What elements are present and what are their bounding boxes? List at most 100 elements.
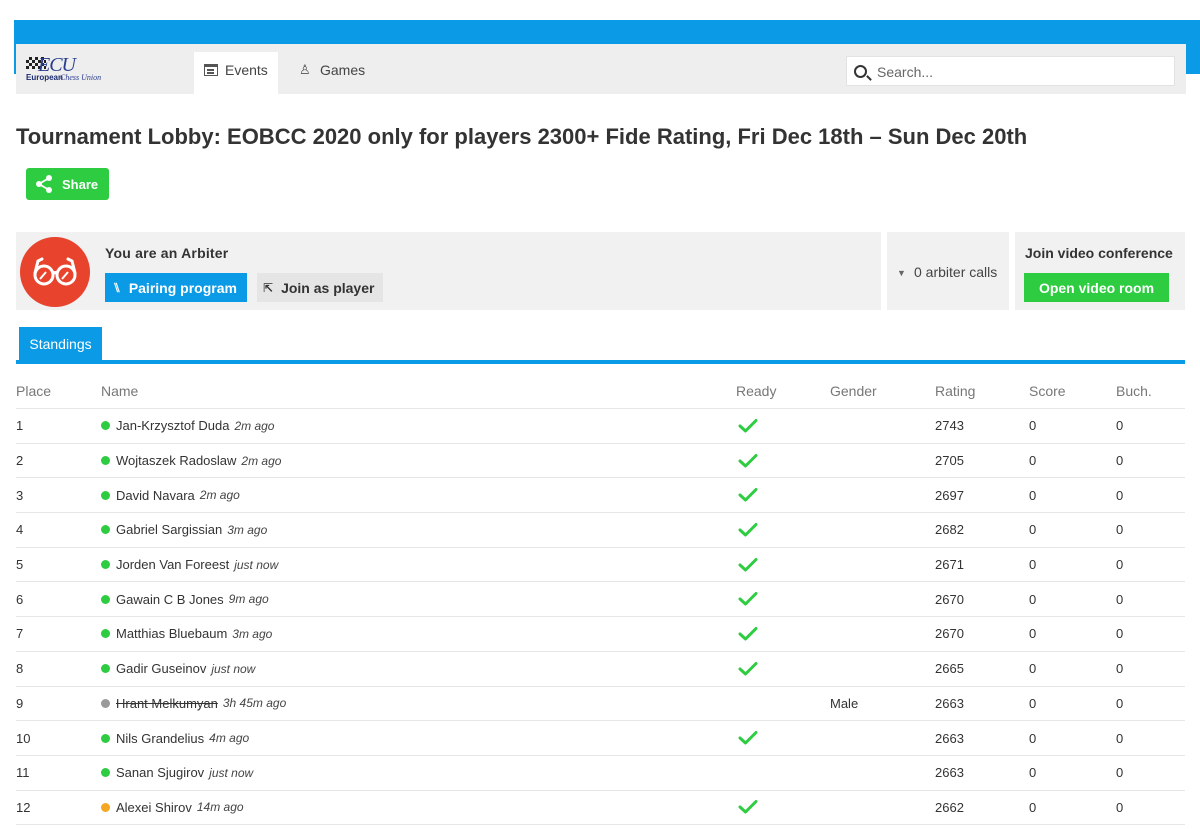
- column-header-place[interactable]: Place: [16, 374, 51, 408]
- status-dot-icon: [101, 664, 110, 674]
- ready-cell: [736, 721, 758, 755]
- chevron-down-icon: ▼: [897, 268, 906, 278]
- ready-cell: [736, 409, 758, 443]
- place-cell: 7: [16, 626, 24, 642]
- buchholz-cell: 0: [1116, 557, 1124, 573]
- standings-table: Place Name Ready Gender Rating Score Buc…: [16, 374, 1185, 826]
- column-header-score[interactable]: Score: [1029, 374, 1066, 408]
- name-cell: Gawain C B Jones 9m ago: [101, 582, 269, 616]
- table-row[interactable]: 11 Sanan Sjugirov just now 2663 0 0: [16, 756, 1185, 791]
- score-cell: 0: [1029, 626, 1037, 642]
- video-conference-label: Join video conference: [1025, 245, 1173, 261]
- ecu-logo[interactable]: ECU European Chess Union: [26, 54, 126, 84]
- player-name-link[interactable]: Nils Grandelius: [116, 731, 204, 746]
- table-row[interactable]: 4 Gabriel Sargissian 3m ago 2682 0 0: [16, 513, 1185, 548]
- table-row[interactable]: 10 Nils Grandelius 4m ago 2663 0 0: [16, 721, 1185, 756]
- last-seen-text: 2m ago: [241, 453, 282, 468]
- glasses-icon: [33, 257, 77, 286]
- table-row[interactable]: 1 Jan-Krzysztof Duda 2m ago 2743 0 0: [16, 409, 1185, 444]
- name-cell: Wojtaszek Radoslaw 2m ago: [101, 444, 281, 478]
- last-seen-text: just now: [211, 661, 256, 676]
- last-seen-text: 3m ago: [232, 626, 273, 641]
- share-icon: [36, 175, 52, 193]
- share-button[interactable]: Share: [26, 168, 109, 200]
- name-cell: Sanan Sjugirov just now: [101, 756, 253, 790]
- player-name-link[interactable]: Gabriel Sargissian: [116, 522, 222, 537]
- player-name-link[interactable]: Jorden Van Foreest: [116, 557, 229, 572]
- rating-cell: 2670: [935, 626, 964, 642]
- ready-cell: [736, 478, 758, 512]
- arbiter-calls-panel[interactable]: ▼ 0 arbiter calls: [887, 232, 1009, 310]
- place-cell: 12: [16, 799, 31, 815]
- rating-cell: 2663: [935, 695, 964, 711]
- player-name-link[interactable]: Wojtaszek Radoslaw: [116, 453, 236, 468]
- player-name-link[interactable]: Hrant Melkumyan: [116, 696, 218, 711]
- chess-pawn-icon: ♙: [299, 62, 311, 77]
- score-cell: 0: [1029, 557, 1037, 573]
- name-cell: Alexei Shirov 14m ago: [101, 791, 244, 825]
- nav-tab-events[interactable]: Events: [194, 52, 278, 94]
- checkmark-icon: [738, 731, 758, 745]
- open-video-room-button[interactable]: Open video room: [1024, 273, 1169, 302]
- rating-cell: 2663: [935, 765, 964, 781]
- table-row[interactable]: 3 David Navara 2m ago 2697 0 0: [16, 478, 1185, 514]
- name-cell: Matthias Bluebaum 3m ago: [101, 617, 272, 651]
- search-icon: [854, 65, 867, 78]
- table-row[interactable]: 8 Gadir Guseinov just now 2665 0 0: [16, 652, 1185, 687]
- player-name-link[interactable]: Matthias Bluebaum: [116, 626, 227, 641]
- place-cell: 3: [16, 487, 24, 503]
- place-cell: 10: [16, 730, 31, 746]
- search-box[interactable]: [846, 56, 1175, 86]
- player-name-link[interactable]: Alexei Shirov: [116, 800, 192, 815]
- place-cell: 9: [16, 695, 24, 711]
- table-row[interactable]: 12 Alexei Shirov 14m ago 2662 0 0: [16, 791, 1185, 826]
- place-cell: 11: [16, 765, 30, 781]
- rating-cell: 2743: [935, 418, 964, 434]
- column-header-rating[interactable]: Rating: [935, 374, 975, 408]
- name-cell: Gabriel Sargissian 3m ago: [101, 513, 267, 547]
- table-header: Place Name Ready Gender Rating Score Buc…: [16, 374, 1185, 409]
- tab-standings[interactable]: Standings: [19, 327, 102, 361]
- status-dot-icon: [101, 768, 110, 778]
- place-cell: 4: [16, 522, 24, 538]
- table-row[interactable]: 7 Matthias Bluebaum 3m ago 2670 0 0: [16, 617, 1185, 652]
- player-name-link[interactable]: Gadir Guseinov: [116, 661, 206, 676]
- calendar-icon: [204, 64, 218, 76]
- last-seen-text: 4m ago: [209, 731, 250, 746]
- join-as-player-button[interactable]: ⇱ Join as player: [257, 273, 383, 302]
- last-seen-text: just now: [234, 557, 279, 572]
- column-header-buchholz[interactable]: Buch.: [1116, 374, 1152, 408]
- table-row[interactable]: 9 Hrant Melkumyan 3h 45m ago Male 2663 0 0: [16, 687, 1185, 722]
- player-name-link[interactable]: David Navara: [116, 488, 195, 503]
- player-name-link[interactable]: Sanan Sjugirov: [116, 765, 204, 780]
- nav-tab-games[interactable]: ♙ Games: [289, 52, 375, 94]
- rating-cell: 2665: [935, 661, 964, 677]
- table-row[interactable]: 2 Wojtaszek Radoslaw 2m ago 2705 0 0: [16, 444, 1185, 479]
- gender-cell: Male: [830, 695, 859, 711]
- score-cell: 0: [1029, 487, 1037, 503]
- checkmark-icon: [738, 488, 758, 502]
- cursor-click-icon: ⇱: [263, 280, 274, 295]
- pairing-label: Pairing program: [128, 279, 237, 296]
- arbiter-role-text: You are an Arbiter: [105, 245, 229, 261]
- nav-tab-label: Games: [320, 62, 366, 78]
- column-header-name[interactable]: Name: [101, 374, 138, 408]
- player-name-link[interactable]: Jan-Krzysztof Duda: [116, 418, 229, 433]
- player-name-link[interactable]: Gawain C B Jones: [116, 592, 224, 607]
- status-dot-icon: [101, 456, 110, 466]
- column-header-gender[interactable]: Gender: [830, 374, 877, 408]
- score-cell: 0: [1029, 522, 1037, 538]
- search-input[interactable]: [877, 61, 1167, 83]
- name-cell: David Navara 2m ago: [101, 478, 240, 512]
- column-header-ready[interactable]: Ready: [736, 374, 776, 408]
- tab-strip: [16, 360, 1185, 364]
- table-row[interactable]: 5 Jorden Van Foreest just now 2671 0 0: [16, 548, 1185, 583]
- rating-cell: 2682: [935, 522, 964, 538]
- pairing-program-button[interactable]: ⑊ Pairing program: [105, 273, 247, 302]
- status-dot-icon: [101, 560, 110, 570]
- table-row[interactable]: 6 Gawain C B Jones 9m ago 2670 0 0: [16, 582, 1185, 618]
- score-cell: 0: [1029, 799, 1037, 815]
- buchholz-cell: 0: [1116, 418, 1124, 434]
- checkmark-icon: [738, 626, 758, 641]
- rating-cell: 2697: [935, 487, 964, 503]
